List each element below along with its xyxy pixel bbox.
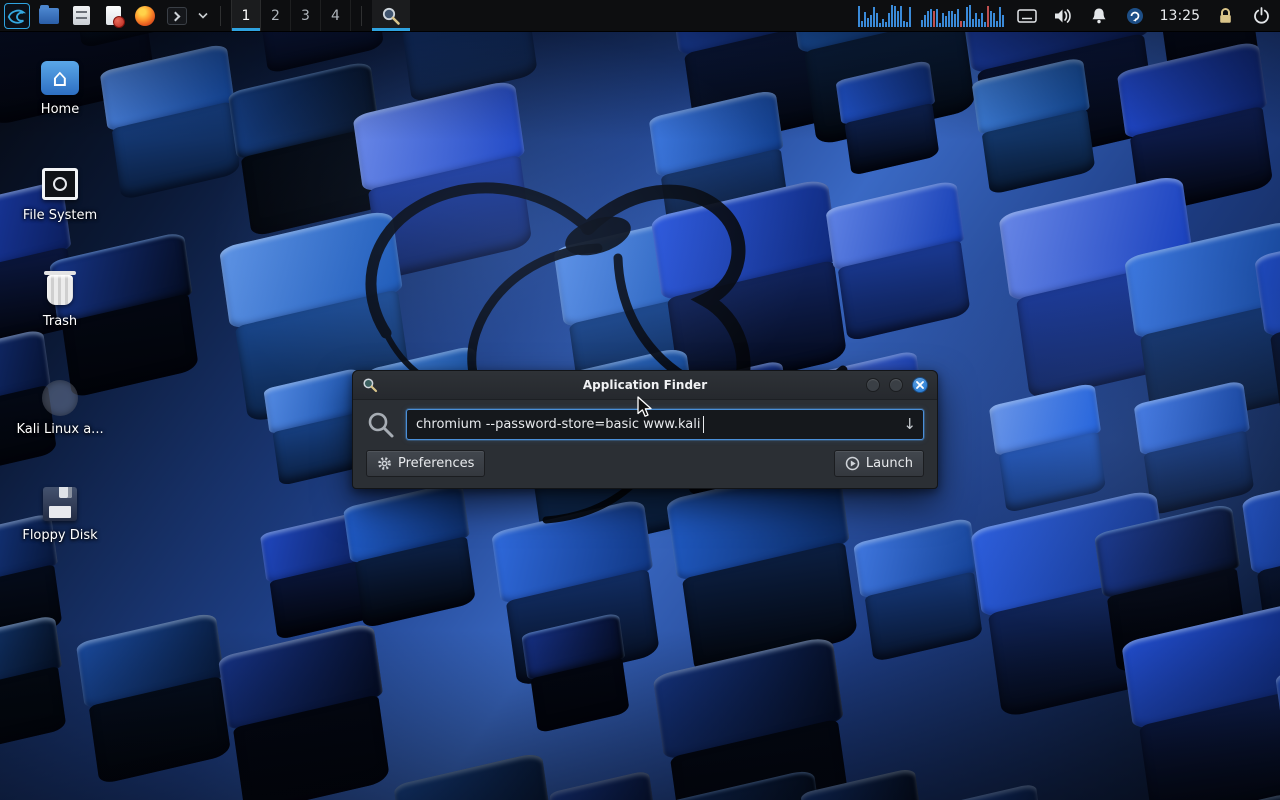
lock-screen-button[interactable] <box>1212 2 1238 30</box>
cpu-monitor-graph[interactable] <box>921 5 1004 27</box>
launch-label: Launch <box>866 456 913 471</box>
maximize-button[interactable] <box>889 378 903 392</box>
close-button[interactable] <box>912 377 928 393</box>
firefox-icon <box>135 6 155 26</box>
desktop-icon-floppy-disk[interactable]: Floppy Disk <box>18 484 102 543</box>
history-dropdown-arrow[interactable]: ↓ <box>903 415 916 433</box>
workspace-switcher: 1 2 3 4 <box>231 0 351 31</box>
applications-menu-button[interactable] <box>4 2 30 30</box>
chevron-down-icon <box>198 12 208 19</box>
clock[interactable]: 13:25 <box>1158 8 1202 24</box>
volume-icon <box>1054 8 1072 24</box>
desktop-icon-kali-linux[interactable]: Kali Linux a... <box>18 378 102 437</box>
launcher-file-manager[interactable] <box>36 2 62 30</box>
file-cabinet-icon <box>73 6 90 25</box>
power-icon <box>1253 7 1270 24</box>
updates-button[interactable] <box>1122 2 1148 30</box>
kali-logo-icon <box>4 3 30 29</box>
panel-separator <box>361 6 362 26</box>
desktop-icon-label: Kali Linux a... <box>16 423 103 437</box>
launcher-terminal[interactable] <box>164 2 190 30</box>
launch-icon <box>845 456 860 471</box>
launch-button[interactable]: Launch <box>834 450 924 477</box>
house-glyph: ⌂ <box>52 66 67 90</box>
text-editor-icon <box>106 6 121 25</box>
workspace-3[interactable]: 3 <box>291 0 321 31</box>
desktop-icon-label: Floppy Disk <box>22 529 97 543</box>
wallpaper-cube <box>521 612 633 734</box>
trash-can-icon <box>47 275 73 305</box>
wallpaper-cube <box>988 382 1109 514</box>
wallpaper-cube <box>666 460 863 676</box>
refresh-circle-icon <box>1126 7 1144 25</box>
launcher-text-editor[interactable] <box>100 2 126 30</box>
keyboard-icon <box>1017 9 1037 23</box>
hard-drive-icon <box>42 168 78 200</box>
logout-button[interactable] <box>1248 2 1274 30</box>
keyboard-layout-button[interactable] <box>1014 2 1040 30</box>
desktop-icon-home[interactable]: ⌂ Home <box>18 58 102 117</box>
wallpaper-cube <box>853 517 986 663</box>
workspace-4[interactable]: 4 <box>321 0 351 31</box>
wallpaper-cube <box>343 480 479 629</box>
dialog-body: ↓ Preferences Launch <box>353 400 937 488</box>
search-icon <box>366 410 396 440</box>
wallpaper-cube <box>835 60 942 177</box>
close-icon <box>916 381 924 389</box>
desktop-icon-file-system[interactable]: File System <box>18 164 102 223</box>
wallpaper-cube <box>653 635 858 800</box>
text-caret <box>703 416 704 433</box>
wallpaper-cube <box>76 611 235 785</box>
minimize-button[interactable] <box>866 378 880 392</box>
desktop-icon-label: Home <box>41 103 79 117</box>
wallpaper-cube <box>99 43 244 201</box>
lock-icon <box>1218 7 1233 24</box>
workspace-1[interactable]: 1 <box>231 0 261 31</box>
desktop-icon-label: Trash <box>43 315 77 329</box>
panel-left-group: 1 2 3 4 <box>0 0 410 31</box>
launcher-dropdown-button[interactable] <box>196 2 210 30</box>
wallpaper-cube <box>217 622 394 800</box>
preferences-label: Preferences <box>398 456 474 471</box>
launcher-file-cabinet[interactable] <box>68 2 94 30</box>
window-title: Application Finder <box>353 378 937 392</box>
taskbar-application-finder[interactable] <box>372 0 410 31</box>
workspace-2[interactable]: 2 <box>261 0 291 31</box>
volume-button[interactable] <box>1050 2 1076 30</box>
wallpaper-cube <box>972 57 1100 197</box>
file-manager-icon <box>39 8 59 24</box>
wallpaper-cube <box>0 615 71 754</box>
window-buttons <box>866 377 928 393</box>
launcher-firefox[interactable] <box>132 2 158 30</box>
top-panel: 1 2 3 4 <box>0 0 1280 32</box>
wallpaper-cube <box>549 770 662 800</box>
wallpaper-cube <box>936 783 1050 800</box>
floppy-disk-icon <box>43 487 77 521</box>
titlebar[interactable]: Application Finder <box>353 371 937 400</box>
network-monitor-graph[interactable] <box>858 5 911 27</box>
notifications-button[interactable] <box>1086 2 1112 30</box>
preferences-button[interactable]: Preferences <box>366 450 485 477</box>
window-title-icon <box>362 377 378 393</box>
panel-right-group: 13:25 <box>858 0 1280 31</box>
desktop-screen: 1 2 3 4 <box>0 0 1280 800</box>
application-finder-window: Application Finder <box>352 370 938 489</box>
panel-separator <box>220 6 221 26</box>
desktop-icon-label: File System <box>23 209 97 223</box>
desktop-icon-trash[interactable]: Trash <box>18 270 102 329</box>
wallpaper-cube <box>825 180 974 343</box>
home-icon: ⌂ <box>41 61 79 95</box>
gear-icon <box>377 456 392 471</box>
kali-folder-icon <box>42 380 78 416</box>
bell-icon <box>1091 7 1107 24</box>
command-input[interactable] <box>406 409 924 440</box>
application-finder-icon <box>381 6 401 26</box>
terminal-icon <box>167 7 187 25</box>
wallpaper-cube <box>393 751 562 800</box>
